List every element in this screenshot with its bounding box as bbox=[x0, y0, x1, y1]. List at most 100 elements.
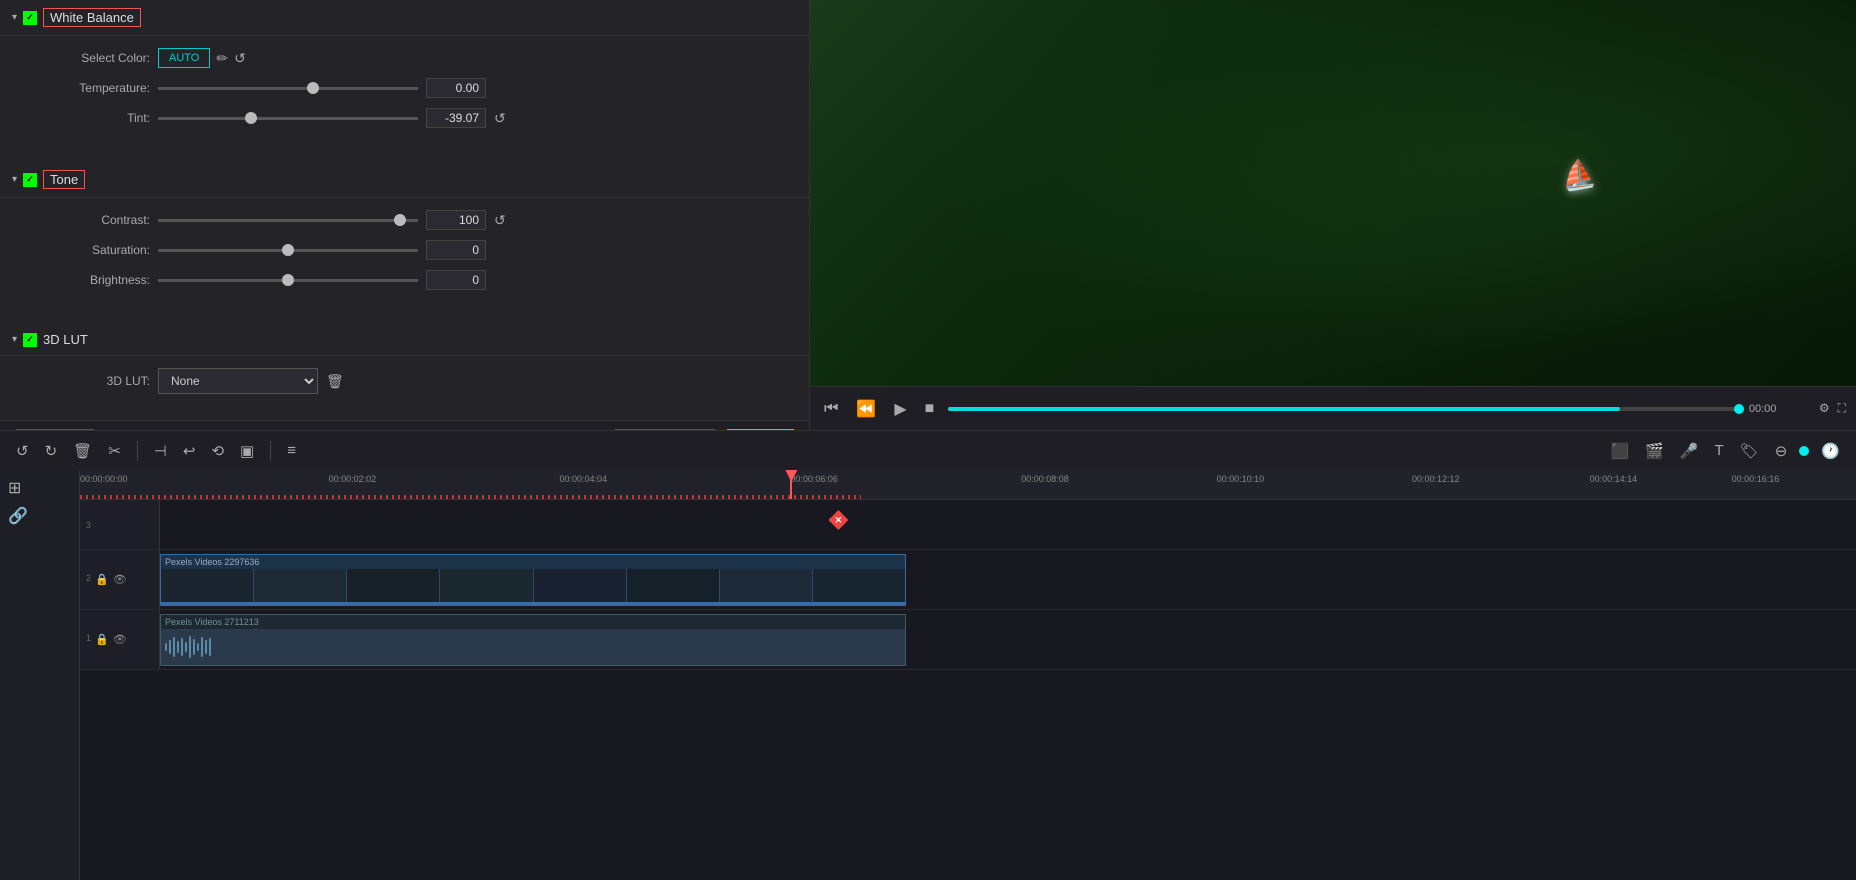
cut-button[interactable]: ✂ bbox=[104, 440, 125, 462]
right-preview: ⛵ ⏮ ⏪ ▶ ■ 00:00 ⚙ ⛶ bbox=[810, 0, 1856, 430]
saturation-slider[interactable] bbox=[158, 249, 418, 252]
lut-chevron-icon: ▾ bbox=[12, 334, 17, 345]
ok-button[interactable]: OK bbox=[727, 429, 795, 430]
reset-wb-icon[interactable]: ↺ bbox=[234, 50, 246, 67]
minus-button[interactable]: ⊖ bbox=[1771, 440, 1792, 462]
ruler-mark-6: 00:00:12:12 bbox=[1412, 474, 1460, 484]
thumb-7 bbox=[720, 569, 812, 605]
tone-header[interactable]: ▾ Tone bbox=[0, 162, 809, 198]
frame-back-button[interactable]: ⏪ bbox=[852, 397, 880, 421]
render-button[interactable]: ⬛ bbox=[1606, 440, 1633, 462]
wb-checkbox[interactable] bbox=[23, 11, 37, 25]
wave-5 bbox=[181, 638, 183, 656]
wave-2 bbox=[169, 640, 171, 654]
tone-checkbox[interactable] bbox=[23, 173, 37, 187]
delete-button[interactable]: 🗑 bbox=[69, 440, 96, 462]
play-button[interactable]: ▶ bbox=[890, 397, 910, 421]
eye-icon[interactable]: 👁 bbox=[113, 573, 127, 586]
toolbar-sep-2 bbox=[270, 441, 271, 461]
timeline-toolbar: ↺ ↻ 🗑 ✂ ⊣ ↩ ⟲ ▣ ≡ ⬛ 🎬 🎤 T 🏷 ⊖ 🕐 bbox=[0, 430, 1856, 470]
lut-trash-icon[interactable]: 🗑 bbox=[326, 373, 344, 390]
settings-icon[interactable]: ⚙ bbox=[1819, 401, 1830, 416]
audio-track-row: 1 🔒 👁 Pexels Videos 2711213 bbox=[80, 610, 1856, 670]
undo-button[interactable]: ↺ bbox=[12, 440, 33, 462]
wb-chevron-icon: ▾ bbox=[12, 12, 17, 23]
brightness-row: Brightness: 0 bbox=[40, 270, 789, 290]
audio-track-content: Pexels Videos 2711213 bbox=[160, 610, 1856, 669]
wave-11 bbox=[205, 640, 207, 654]
lut3d-header[interactable]: ▾ 3D LUT bbox=[0, 324, 809, 356]
revert-button[interactable]: ↩ bbox=[179, 440, 200, 462]
timeline-side: ⊞ 🔗 bbox=[0, 470, 80, 880]
brightness-label: Brightness: bbox=[40, 273, 150, 287]
white-balance-header[interactable]: ▾ White Balance bbox=[0, 0, 809, 36]
thumb-1 bbox=[161, 569, 253, 605]
multicam-button[interactable]: ▣ bbox=[236, 440, 258, 462]
contrast-value[interactable]: 100 bbox=[426, 210, 486, 230]
clip-button[interactable]: 🎬 bbox=[1641, 440, 1668, 462]
auto-button[interactable]: AUTO bbox=[158, 48, 210, 68]
sticker-button[interactable]: 🏷 bbox=[1736, 440, 1763, 462]
link-icon[interactable]: 🔗 bbox=[4, 502, 75, 530]
temperature-slider[interactable] bbox=[158, 87, 418, 90]
wave-10 bbox=[201, 637, 203, 657]
progress-thumb bbox=[1734, 404, 1744, 414]
playback-progress[interactable] bbox=[948, 407, 1739, 411]
skip-back-button[interactable]: ⏮ bbox=[820, 398, 842, 420]
rotate-button[interactable]: ⟲ bbox=[207, 440, 228, 462]
boat-icon: ⛵ bbox=[1560, 152, 1596, 197]
lut-dropdown[interactable]: None Custom... bbox=[158, 368, 318, 394]
brightness-slider[interactable] bbox=[158, 279, 418, 282]
playback-bar: ⏮ ⏪ ▶ ■ 00:00 ⚙ ⛶ bbox=[810, 386, 1856, 430]
temperature-value[interactable]: 0.00 bbox=[426, 78, 486, 98]
track-2-icons: 2 🔒 👁 bbox=[86, 573, 127, 586]
marker-diamond[interactable]: ✕ bbox=[828, 510, 848, 530]
main-area: ▾ White Balance Select Color: AUTO ✏ ↺ T… bbox=[0, 0, 1856, 430]
preview-video: ⛵ bbox=[810, 0, 1856, 386]
ruler-mark-4: 00:00:08:08 bbox=[1021, 474, 1069, 484]
track-3-content: ✕ bbox=[160, 500, 1856, 549]
lut-checkbox[interactable] bbox=[23, 333, 37, 347]
ruler-mark-0: 00:00:00:00 bbox=[80, 474, 128, 484]
reset-contrast-icon[interactable]: ↺ bbox=[494, 212, 506, 229]
fullscreen-icon[interactable]: ⛶ bbox=[1838, 401, 1846, 416]
track-label-1: 1 🔒 👁 bbox=[80, 610, 160, 669]
saturation-value[interactable]: 0 bbox=[426, 240, 486, 260]
tint-slider[interactable] bbox=[158, 117, 418, 120]
add-track-icon[interactable]: ⊞ bbox=[4, 474, 75, 502]
eyedropper-icon[interactable]: ✏ bbox=[216, 50, 228, 67]
split-button[interactable]: ⊣ bbox=[150, 440, 171, 462]
contrast-slider-container: 100 ↺ bbox=[158, 210, 506, 230]
timeline-ruler: 00:00:00:00 00:00:02:02 00:00:04:04 00:0… bbox=[80, 470, 1856, 500]
lock2-icon[interactable]: 🔒 bbox=[95, 633, 109, 646]
reset-tint-icon[interactable]: ↺ bbox=[494, 110, 506, 127]
left-panel: ▾ White Balance Select Color: AUTO ✏ ↺ T… bbox=[0, 0, 810, 430]
empty-track-row: 3 ✕ bbox=[80, 500, 1856, 550]
tint-label: Tint: bbox=[40, 111, 150, 125]
audio-clip-title: Pexels Videos 2711213 bbox=[161, 615, 905, 629]
lock-icon[interactable]: 🔒 bbox=[95, 573, 109, 586]
video-clip[interactable]: Pexels Videos 2297636 bbox=[160, 554, 906, 606]
thumb-2 bbox=[254, 569, 346, 605]
clock-button[interactable]: 🕐 bbox=[1817, 440, 1844, 462]
ruler-mark-5: 00:00:10:10 bbox=[1217, 474, 1265, 484]
redo-button[interactable]: ↻ bbox=[41, 440, 62, 462]
reset-button[interactable]: RESET bbox=[16, 429, 94, 431]
eye2-icon[interactable]: 👁 bbox=[113, 633, 127, 646]
stop-button[interactable]: ■ bbox=[921, 398, 939, 420]
wave-9 bbox=[197, 643, 199, 651]
tint-slider-container: -39.07 ↺ bbox=[158, 108, 506, 128]
adjust-button[interactable]: ≡ bbox=[283, 440, 300, 461]
track-label-2: 2 🔒 👁 bbox=[80, 550, 160, 609]
track-2-num: 2 bbox=[86, 573, 91, 586]
text-button[interactable]: T bbox=[1711, 440, 1728, 461]
contrast-slider[interactable] bbox=[158, 219, 418, 222]
audio-clip[interactable]: Pexels Videos 2711213 bbox=[160, 614, 906, 666]
water-overlay bbox=[810, 0, 1856, 386]
mic-button[interactable]: 🎤 bbox=[1676, 440, 1703, 462]
brightness-value[interactable]: 0 bbox=[426, 270, 486, 290]
white-balance-content: Select Color: AUTO ✏ ↺ Temperature: 0.00… bbox=[0, 36, 809, 154]
temperature-slider-container: 0.00 bbox=[158, 78, 486, 98]
tint-value[interactable]: -39.07 bbox=[426, 108, 486, 128]
advanced-button[interactable]: ADVANCED bbox=[615, 429, 715, 431]
